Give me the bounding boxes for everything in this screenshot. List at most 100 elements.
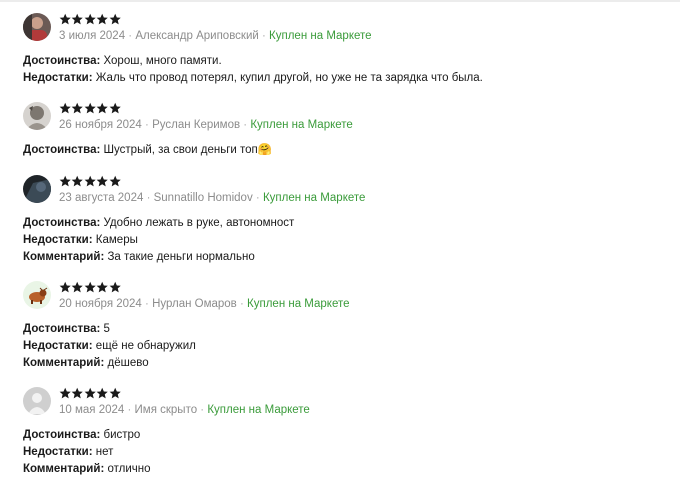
star-icon: [96, 387, 108, 399]
review-cons: Недостатки: ещё не обнаружил: [23, 338, 196, 355]
top-divider: [0, 0, 680, 2]
pros-label: Достоинства:: [23, 55, 101, 67]
user-photo-icon: [23, 281, 51, 309]
pros-text: Шустрый, за свои деньги топ🤗: [103, 144, 273, 156]
star-icon: [84, 13, 96, 25]
review-author[interactable]: Руслан Керимов: [152, 119, 240, 131]
review-pros: Достоинства: 5: [23, 321, 196, 338]
review-pros: Достоинства: Хорош, много памяти.: [23, 53, 483, 70]
comment-label: Комментарий:: [23, 463, 105, 475]
review-body: Достоинства: 5 Недостатки: ещё не обнару…: [23, 321, 196, 372]
review-comment: Комментарий: дёшево: [23, 355, 196, 372]
cons-label: Недостатки:: [23, 446, 93, 458]
review-date: 20 ноября 2024: [59, 298, 142, 310]
user-photo-icon: [23, 13, 51, 41]
avatar[interactable]: [23, 175, 51, 203]
star-icon: [59, 13, 71, 25]
comment-text: отлично: [107, 463, 151, 475]
cons-label: Недостатки:: [23, 234, 93, 246]
review-body: Достоинства: Хорош, много памяти. Недост…: [23, 53, 483, 87]
comment-label: Комментарий:: [23, 251, 105, 263]
review-cons: Недостатки: Камеры: [23, 232, 294, 249]
verified-badge: Куплен на Маркете: [250, 119, 353, 131]
verified-badge: Куплен на Маркете: [262, 192, 366, 204]
star-icon: [109, 102, 121, 114]
rating-stars: [59, 281, 121, 295]
star-icon: [72, 387, 84, 399]
review-cons: Недостатки: Жаль что провод потерял, куп…: [23, 70, 483, 87]
pros-label: Достоинства:: [23, 429, 101, 441]
star-icon: [59, 387, 71, 399]
review-comment: Комментарий: отлично: [23, 461, 151, 478]
avatar[interactable]: [23, 13, 51, 41]
rating-stars: [59, 387, 121, 401]
review-meta: 10 мая 2024 · Имя скрыто · Куплен на Мар…: [59, 404, 310, 416]
review-comment: Комментарий: За такие деньги нормально: [23, 249, 294, 266]
review-date: 23 августа 2024: [59, 192, 144, 204]
star-icon: [84, 175, 96, 187]
star-icon: [109, 13, 121, 25]
avatar[interactable]: [23, 281, 51, 309]
review-body: Достоинства: Удобно лежать в руке, автон…: [23, 215, 294, 266]
verified-badge: Куплен на Маркете: [207, 404, 310, 416]
review-meta: 20 ноября 2024 · Нурлан Омаров · Куплен …: [59, 298, 350, 310]
user-photo-icon: [23, 102, 51, 130]
star-icon: [59, 102, 71, 114]
comment-label: Комментарий:: [23, 357, 105, 369]
star-icon: [59, 281, 71, 293]
pros-label: Достоинства:: [23, 217, 101, 229]
pros-label: Достоинства:: [23, 323, 101, 335]
comment-text: дёшево: [107, 357, 149, 369]
verified-badge: Куплен на Маркете: [269, 30, 372, 42]
star-icon: [72, 102, 84, 114]
comment-text: За такие деньги нормально: [107, 251, 255, 263]
star-icon: [96, 13, 108, 25]
rating-stars: [59, 13, 121, 27]
review-author[interactable]: Александр Ариповский: [135, 30, 258, 42]
star-icon: [84, 387, 96, 399]
star-icon: [84, 102, 96, 114]
star-icon: [72, 175, 84, 187]
review-pros: Достоинства: Удобно лежать в руке, автон…: [23, 215, 294, 232]
review-pros: Достоинства: Шустрый, за свои деньги топ…: [23, 142, 272, 159]
star-icon: [109, 175, 121, 187]
star-icon: [109, 387, 121, 399]
pros-label: Достоинства:: [23, 144, 101, 156]
cons-label: Недостатки:: [23, 340, 93, 352]
review-date: 3 июля 2024: [59, 30, 126, 42]
cons-text: нет: [95, 446, 114, 458]
review-author[interactable]: Sunnatillo Homidov: [154, 192, 253, 204]
review-author[interactable]: Нурлан Омаров: [152, 298, 237, 310]
cons-text: ещё не обнаружил: [95, 340, 196, 352]
star-icon: [72, 13, 84, 25]
default-avatar-icon: [23, 387, 51, 415]
review-pros: Достоинства: бистро: [23, 427, 151, 444]
review-meta: 23 августа 2024 · Sunnatillo Homidov · К…: [59, 192, 366, 204]
rating-stars: [59, 102, 121, 116]
user-photo-icon: [23, 175, 51, 203]
review-author: Имя скрыто: [134, 404, 198, 416]
star-icon: [72, 281, 84, 293]
review-body: Достоинства: бистро Недостатки: нет Комм…: [23, 427, 151, 478]
review-cons: Недостатки: нет: [23, 444, 151, 461]
star-icon: [109, 281, 121, 293]
cons-text: Жаль что провод потерял, купил другой, н…: [95, 72, 483, 84]
rating-stars: [59, 175, 121, 189]
pros-text: бистро: [103, 429, 141, 441]
cons-label: Недостатки:: [23, 72, 93, 84]
star-icon: [59, 175, 71, 187]
review-date: 10 мая 2024: [59, 404, 125, 416]
star-icon: [96, 281, 108, 293]
avatar[interactable]: [23, 102, 51, 130]
pros-text: Удобно лежать в руке, автономност: [103, 217, 295, 229]
avatar[interactable]: [23, 387, 51, 415]
star-icon: [96, 102, 108, 114]
review-meta: 26 ноября 2024 · Руслан Керимов · Куплен…: [59, 119, 353, 131]
review-date: 26 ноября 2024: [59, 119, 142, 131]
review-meta: 3 июля 2024 · Александр Ариповский · Куп…: [59, 30, 372, 42]
star-icon: [84, 281, 96, 293]
star-icon: [96, 175, 108, 187]
pros-text: Хорош, много памяти.: [103, 55, 222, 67]
review-body: Достоинства: Шустрый, за свои деньги топ…: [23, 142, 272, 159]
verified-badge: Куплен на Маркете: [247, 298, 350, 310]
